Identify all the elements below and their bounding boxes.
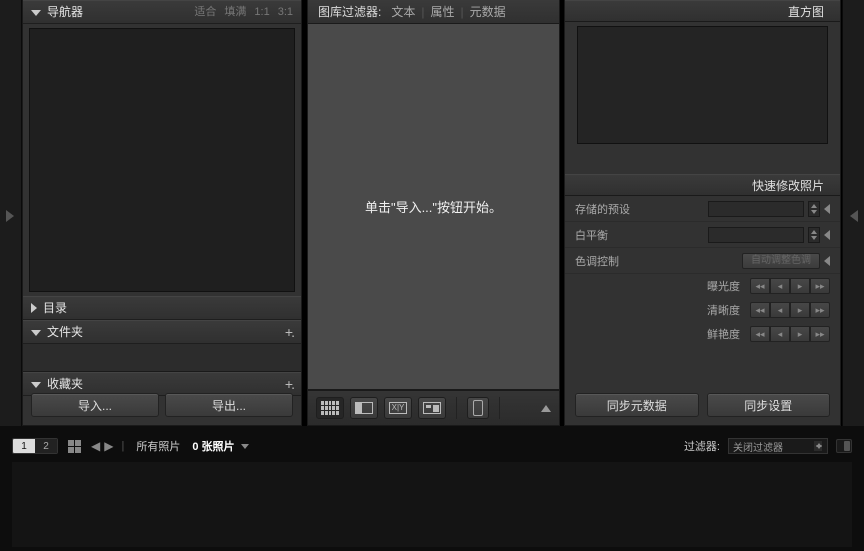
spray-can-icon	[473, 400, 483, 416]
filter-text-tab[interactable]: 文本	[391, 3, 415, 20]
filmstrip-bar: 1 2 ◀ ▶ | 所有照片 0 张照片 过滤器: 关闭过滤器	[12, 436, 852, 456]
histogram-title: 直方图	[788, 3, 824, 20]
saved-preset-dropdown[interactable]	[708, 201, 804, 217]
nav-back-icon[interactable]: ◀	[91, 439, 100, 453]
filmstrip-thumbnails[interactable]	[12, 462, 852, 547]
compare-icon: X|Y	[389, 402, 407, 414]
breadcrumb-source[interactable]: 所有照片	[136, 438, 180, 454]
histogram-header[interactable]: 直方图	[565, 0, 840, 22]
disclosure-down-icon	[31, 10, 41, 16]
sync-button-row: 同步元数据 同步设置	[565, 393, 840, 417]
quick-develop-header[interactable]: 快速修改照片	[565, 174, 840, 196]
exposure-row: 曝光度 ◂◂◂▸▸▸	[565, 274, 840, 298]
disclosure-down-icon	[31, 330, 41, 336]
catalog-header[interactable]: 目录	[23, 296, 301, 320]
compare-view-button[interactable]: X|Y	[384, 397, 412, 419]
vibrance-label: 鲜艳度	[707, 326, 740, 342]
center-panel: 图库过滤器: 文本| 属性| 元数据 单击"导入..."按钮开始。 X|Y	[307, 0, 560, 426]
loupe-icon	[355, 402, 373, 414]
navigator-header[interactable]: 导航器 适合 填满 1:1 3:1	[23, 0, 301, 24]
painter-tool-button[interactable]	[467, 397, 489, 419]
app-root: 导航器 适合 填满 1:1 3:1 目录 文件夹 +. 收藏夹 +. 导入...	[0, 0, 864, 551]
empty-library-message: 单击"导入..."按钮开始。	[365, 197, 502, 216]
vibrance-row: 鲜艳度 ◂◂◂▸▸▸	[565, 322, 840, 346]
disclosure-down-icon	[31, 382, 41, 388]
toolbar-options-icon[interactable]	[541, 405, 551, 412]
filter-attr-tab[interactable]: 属性	[430, 3, 454, 20]
breadcrumb-menu-icon[interactable]	[241, 444, 249, 449]
loupe-view-button[interactable]	[350, 397, 378, 419]
grid-toggle-icon[interactable]	[68, 440, 81, 453]
histogram-well	[577, 26, 828, 144]
left-edge-collapse[interactable]	[0, 0, 22, 426]
library-filter-bar: 图库过滤器: 文本| 属性| 元数据	[307, 0, 560, 24]
filmstrip-filter-label: 过滤器:	[684, 438, 720, 454]
right-panel: 直方图 快速修改照片 存储的预设 白平衡 色调控制	[564, 0, 841, 426]
exposure-steppers[interactable]: ◂◂◂▸▸▸	[750, 278, 830, 294]
sync-settings-button[interactable]: 同步设置	[707, 393, 831, 417]
survey-view-button[interactable]	[418, 397, 446, 419]
grid-canvas: 单击"导入..."按钮开始。	[307, 24, 560, 390]
quick-develop-title: 快速修改照片	[752, 177, 824, 194]
nav-forward-icon[interactable]: ▶	[104, 439, 113, 453]
filter-meta-tab[interactable]: 元数据	[470, 3, 506, 20]
left-panel: 导航器 适合 填满 1:1 3:1 目录 文件夹 +. 收藏夹 +. 导入...	[22, 0, 302, 426]
folders-header[interactable]: 文件夹 +.	[23, 320, 301, 344]
import-button[interactable]: 导入...	[31, 393, 159, 417]
right-edge-collapse[interactable]	[842, 0, 864, 426]
photo-count: 0 张照片	[192, 438, 234, 454]
nav-zoom-fill[interactable]: 填满	[224, 0, 246, 24]
chevron-right-icon	[850, 210, 858, 222]
monitor-2[interactable]: 2	[35, 439, 57, 453]
auto-tone-button[interactable]: 自动调整色调	[742, 253, 820, 269]
grid-icon	[321, 401, 339, 415]
tone-control-row: 色调控制 自动调整色调	[565, 248, 840, 274]
grid-view-button[interactable]	[316, 397, 344, 419]
folders-title: 文件夹	[47, 320, 83, 344]
sync-metadata-button[interactable]: 同步元数据	[575, 393, 699, 417]
nav-zoom-3-1[interactable]: 3:1	[278, 0, 293, 24]
disclosure-right-icon	[31, 303, 37, 313]
tone-control-label: 色调控制	[575, 253, 619, 269]
survey-icon	[423, 402, 441, 414]
folders-body	[23, 344, 301, 372]
toolbar-divider	[499, 397, 500, 419]
chevron-left-icon[interactable]	[824, 256, 830, 266]
saved-preset-label: 存储的预设	[575, 201, 630, 217]
monitor-1[interactable]: 1	[13, 439, 35, 453]
center-toolbar: X|Y	[307, 390, 560, 426]
clarity-steppers[interactable]: ◂◂◂▸▸▸	[750, 302, 830, 318]
clarity-label: 清晰度	[707, 302, 740, 318]
navigator-title: 导航器	[47, 0, 83, 24]
wb-stepper[interactable]	[808, 227, 820, 243]
exposure-label: 曝光度	[707, 278, 740, 294]
filter-lock-switch[interactable]	[836, 439, 852, 453]
nav-zoom-fit[interactable]: 适合	[194, 0, 216, 24]
catalog-title: 目录	[43, 296, 67, 320]
nav-zoom-1-1[interactable]: 1:1	[254, 0, 269, 24]
filter-label: 图库过滤器:	[318, 3, 381, 20]
vibrance-steppers[interactable]: ◂◂◂▸▸▸	[750, 326, 830, 342]
filmstrip-filter-dropdown[interactable]: 关闭过滤器	[728, 438, 828, 454]
saved-preset-row: 存储的预设	[565, 196, 840, 222]
toolbar-divider	[456, 397, 457, 419]
left-button-row: 导入... 导出...	[23, 393, 301, 417]
chevron-left-icon	[6, 210, 14, 222]
chevron-left-icon[interactable]	[824, 204, 830, 214]
monitor-segment[interactable]: 1 2	[12, 438, 58, 454]
white-balance-row: 白平衡	[565, 222, 840, 248]
add-folder-icon[interactable]: +.	[285, 320, 293, 344]
white-balance-dropdown[interactable]	[708, 227, 804, 243]
white-balance-label: 白平衡	[575, 227, 608, 243]
filmstrip: 1 2 ◀ ▶ | 所有照片 0 张照片 过滤器: 关闭过滤器	[0, 426, 864, 551]
clarity-row: 清晰度 ◂◂◂▸▸▸	[565, 298, 840, 322]
preset-stepper[interactable]	[808, 201, 820, 217]
navigator-preview	[29, 28, 295, 292]
export-button[interactable]: 导出...	[165, 393, 293, 417]
chevron-left-icon[interactable]	[824, 230, 830, 240]
